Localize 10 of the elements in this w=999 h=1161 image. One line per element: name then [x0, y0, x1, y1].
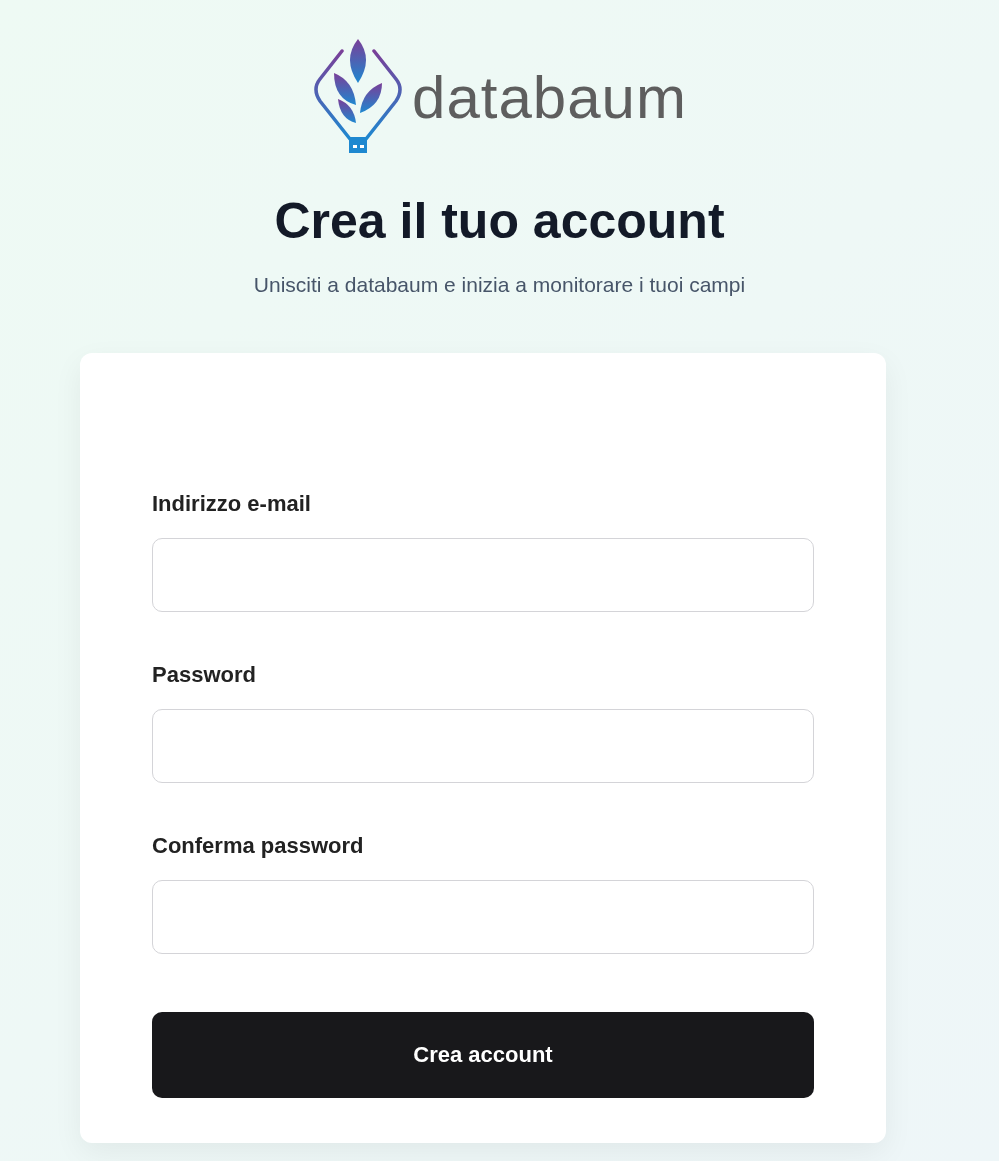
- field-label: Indirizzo e-mail: [152, 489, 312, 518]
- input-field[interactable]: [152, 708, 814, 783]
- submit-button[interactable]: Crea account: [152, 1011, 814, 1098]
- input-field[interactable]: [152, 879, 814, 954]
- page-title: Crea il tuo account: [273, 194, 726, 249]
- field-label: Conferma password: [152, 831, 365, 860]
- input-field[interactable]: [152, 537, 814, 612]
- logo-text: databaum: [412, 68, 687, 128]
- field-label: Password: [152, 660, 257, 689]
- subtitle: Unisciti a databaum e inizia a monitorare i tuoi campi: [252, 272, 747, 298]
